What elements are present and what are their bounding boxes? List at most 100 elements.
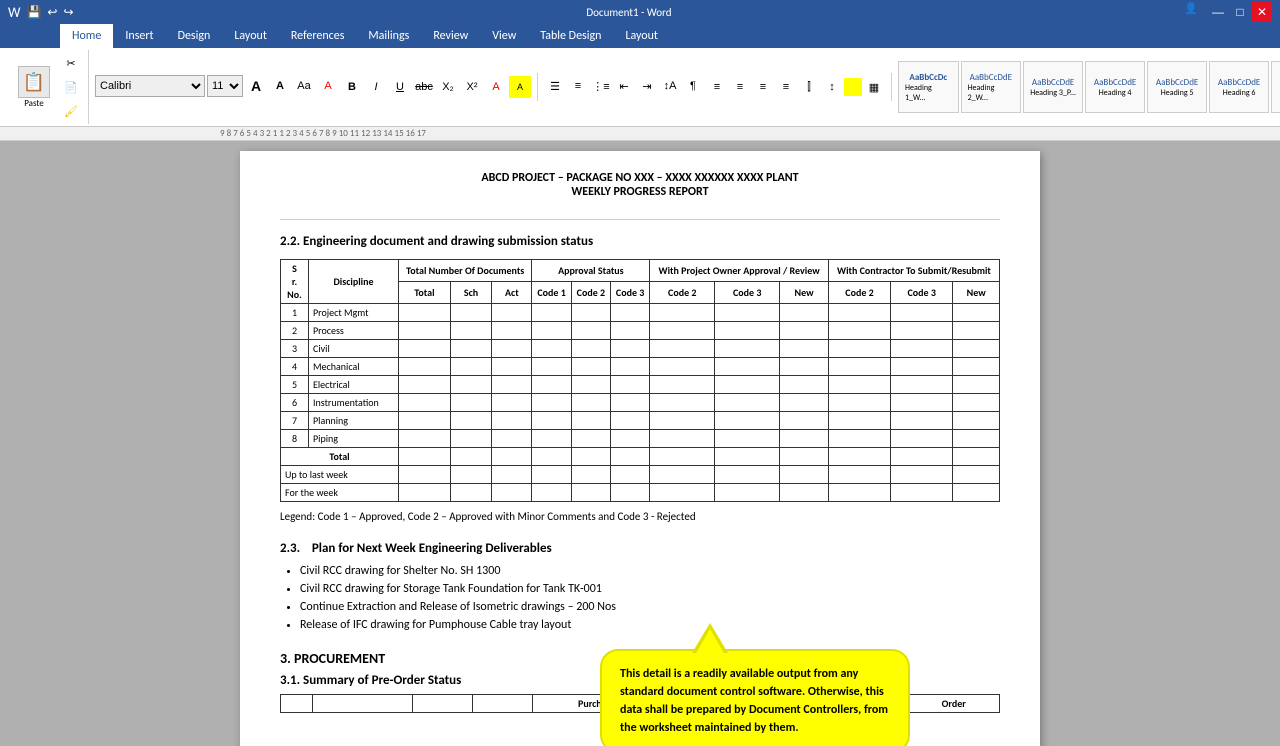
cell [571,376,610,394]
quick-access-undo[interactable]: ↩ [47,5,57,20]
tab-layout[interactable]: Layout [222,24,279,48]
sub-code2-c: Code 2 [828,282,890,304]
bold-button[interactable]: B [341,76,363,98]
minimize-button[interactable]: — [1208,2,1228,22]
sort-button[interactable]: ↕A [659,75,681,97]
tab-review[interactable]: Review [421,24,480,48]
table-row: 7 Planning [281,412,1000,430]
bullets-button[interactable]: ☰ [544,75,566,97]
cell [953,466,1000,484]
decrease-indent-button[interactable]: ⇤ [613,75,635,97]
increase-font-button[interactable]: A [245,75,267,97]
maximize-button[interactable]: □ [1230,2,1250,22]
show-formatting-button[interactable]: ¶ [682,75,704,97]
tab-home[interactable]: Home [60,24,113,48]
col-order: Order [908,695,1000,713]
cell [650,484,715,502]
tab-insert[interactable]: Insert [113,24,165,48]
tab-references[interactable]: References [279,24,357,48]
list-item: Civil RCC drawing for Shelter No. SH 130… [300,564,1000,578]
cell [450,466,491,484]
italic-button[interactable]: I [365,76,387,98]
tab-mailings[interactable]: Mailings [356,24,421,48]
subscript-button[interactable]: X₂ [437,76,459,98]
cell [450,358,491,376]
line-spacing-button[interactable]: ↕ [821,76,843,98]
border-button[interactable]: ▦ [863,76,885,98]
cell [715,322,780,340]
cell [953,340,1000,358]
decrease-font-button[interactable]: A [269,75,291,97]
header-line1: ABCD PROJECT – PACKAGE NO XXX – XXXX XXX… [280,171,1000,185]
callout-text: This detail is a readily available outpu… [620,667,888,735]
style-heading7[interactable]: AaBbCcDdE Heading 7 [1271,61,1280,113]
column-button[interactable]: ⫿ [798,76,820,98]
font-size-select[interactable]: 11 [207,75,243,97]
cell [953,376,1000,394]
cell [611,358,650,376]
style-heading5[interactable]: AaBbCcDdE Heading 5 [1147,61,1207,113]
cell [492,394,532,412]
cell [715,304,780,322]
change-case-button[interactable]: Aa [293,75,315,97]
strikethrough-button[interactable]: abc [413,76,435,98]
cell [780,448,829,466]
cell [571,448,610,466]
style-heading1[interactable]: AaBbCcDc Heading 1_W... [898,61,959,113]
cell [450,412,491,430]
format-painter-button[interactable]: 🖌 [60,100,82,122]
shading-button[interactable] [844,78,862,96]
row-discipline: Civil [309,340,399,358]
cell [891,322,953,340]
cell [828,376,890,394]
cell [650,466,715,484]
increase-indent-button[interactable]: ⇥ [636,75,658,97]
tab-table-design[interactable]: Table Design [528,24,613,48]
row-discipline: Electrical [309,376,399,394]
cell [571,358,610,376]
highlight-button[interactable]: A [509,76,531,98]
table-row: 3 Civil [281,340,1000,358]
tab-design[interactable]: Design [166,24,223,48]
style-heading4[interactable]: AaBbCcDdE Heading 4 [1085,61,1145,113]
style-heading6[interactable]: AaBbCcDdE Heading 6 [1209,61,1269,113]
multilevel-list-button[interactable]: ⋮≡ [590,75,612,97]
cut-button[interactable]: ✂ [60,52,82,74]
align-center-button[interactable]: ≡ [729,76,751,98]
table-row: 2 Process [281,322,1000,340]
clear-format-button[interactable]: A [317,75,339,97]
tab-table-layout[interactable]: Layout [613,24,670,48]
cell [715,412,780,430]
cell [953,322,1000,340]
style-heading2[interactable]: AaBbCcDdE Heading 2_W... [961,61,1022,113]
table-row: 8 Piping [281,430,1000,448]
quick-access-redo[interactable]: ↪ [63,5,73,20]
cell [715,430,780,448]
cell [650,340,715,358]
underline-button[interactable]: U [389,76,411,98]
close-button[interactable]: ✕ [1252,2,1272,22]
section-2-3-title: 2.3. Plan for Next Week Engineering Deli… [280,541,1000,556]
copy-button[interactable]: 📄 [60,76,82,98]
quick-access-save[interactable]: 💾 [26,5,41,20]
align-left-button[interactable]: ≡ [706,76,728,98]
tab-view[interactable]: View [480,24,528,48]
header-line2: WEEKLY PROGRESS REPORT [280,185,1000,199]
cell [399,340,451,358]
superscript-button[interactable]: X² [461,76,483,98]
col-name [313,695,413,713]
cell [611,466,650,484]
style-heading3[interactable]: AaBbCcDdE Heading 3_P... [1023,61,1083,113]
cell [611,412,650,430]
table-row-up-to-last-week: Up to last week [281,466,1000,484]
font-color-button[interactable]: A [485,76,507,98]
font-family-select[interactable]: Calibri [95,75,205,97]
cell [571,304,610,322]
engineering-table: Sr.No. Discipline Total Number Of Docume… [280,259,1000,502]
numbering-button[interactable]: ≡ [567,75,589,97]
justify-button[interactable]: ≡ [775,76,797,98]
paste-button[interactable]: 📋 Paste [10,64,58,111]
align-right-button[interactable]: ≡ [752,76,774,98]
cell [780,376,829,394]
callout-bubble: This detail is a readily available outpu… [600,649,910,746]
